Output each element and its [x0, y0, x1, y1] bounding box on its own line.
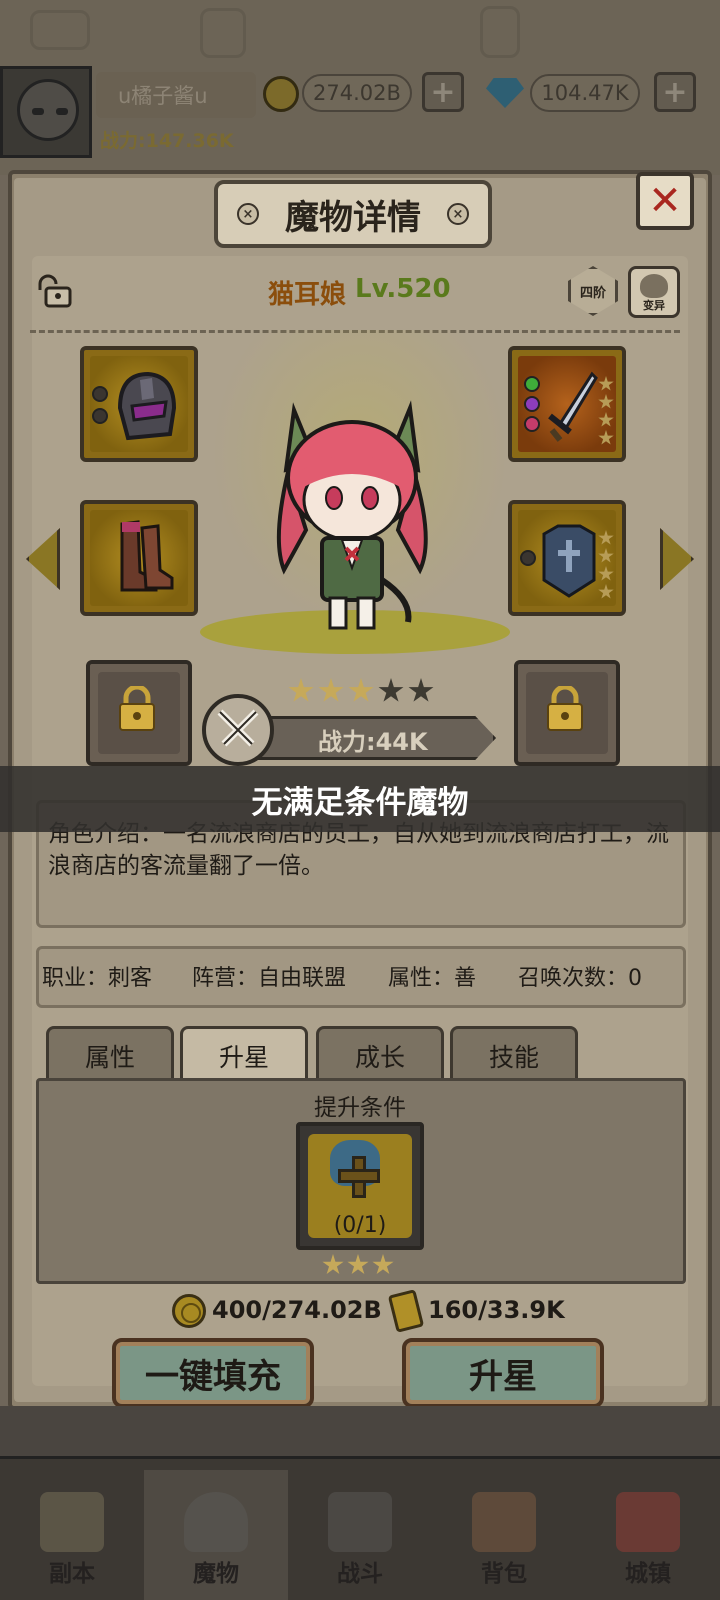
scroll-cost: 160/33.9K — [428, 1296, 565, 1324]
info-summon-count: 召唤次数：0 — [518, 966, 642, 991]
monster-level: Lv.520 — [355, 274, 451, 304]
gold-coin-icon — [172, 1294, 206, 1328]
nav-top-strip — [0, 1406, 720, 1456]
gold-cost: 400/274.02B — [212, 1296, 382, 1324]
tab-growth[interactable]: 成长 — [316, 1026, 444, 1082]
add-gem-button[interactable]: + — [654, 72, 696, 112]
star-icon — [372, 1254, 394, 1275]
gold-coin-icon — [263, 76, 299, 112]
star-icon — [318, 678, 344, 702]
info-job: 职业：刺客 — [42, 966, 153, 991]
nav-label: 副本 — [49, 1561, 95, 1587]
mutate-label: 变异 — [643, 299, 665, 312]
crossed-swords-icon — [202, 694, 274, 766]
nav-dungeon[interactable]: 副本 — [0, 1470, 144, 1600]
nav-battle[interactable]: 战斗 — [288, 1470, 432, 1600]
monster-name: 猫耳娘 — [268, 280, 347, 310]
locked-slot-right[interactable] — [514, 660, 620, 766]
title-deco-icon: × — [447, 203, 469, 225]
close-button[interactable]: ✕ — [636, 172, 694, 230]
unlock-icon[interactable] — [34, 274, 74, 310]
map-icon — [40, 1492, 104, 1552]
info-attribute: 属性：善 — [388, 966, 477, 991]
mutate-button[interactable]: 变异 — [628, 266, 680, 318]
sword-icon — [548, 371, 598, 442]
auto-fill-button[interactable]: 一键填充 — [112, 1338, 314, 1408]
panel-title: 魔物详情 — [285, 197, 421, 238]
tab-attributes[interactable]: 属性 — [46, 1026, 174, 1082]
star-empty-icon — [378, 678, 404, 702]
star-icon — [347, 1254, 369, 1275]
toast-message: 无满足条件魔物 — [0, 766, 720, 832]
armor-icon — [542, 524, 596, 598]
helmet-icon — [184, 1492, 248, 1552]
padlock-icon — [119, 686, 155, 731]
boots-icon — [120, 520, 174, 592]
cat-girl-character — [276, 400, 428, 630]
locked-slot-left[interactable] — [86, 660, 192, 766]
star-empty-icon — [408, 678, 434, 702]
nav-label: 魔物 — [193, 1561, 239, 1587]
nav-backpack[interactable]: 背包 — [432, 1470, 576, 1600]
tab-skills[interactable]: 技能 — [450, 1026, 578, 1082]
nav-monsters[interactable]: 魔物 — [144, 1470, 288, 1600]
tab-star-up[interactable]: 升星 — [180, 1026, 308, 1082]
player-name: u橘子酱u — [118, 84, 208, 108]
shop-icon — [616, 1492, 680, 1552]
player-power: 战力:147.36K — [100, 130, 234, 152]
panel-title-banner: × 魔物详情 × — [214, 180, 492, 248]
star-icon — [288, 678, 314, 702]
crossed-swords-icon — [328, 1492, 392, 1552]
player-avatar[interactable] — [0, 66, 92, 158]
avatar-face-icon — [17, 79, 79, 141]
gem-amount: 104.47K — [530, 74, 640, 112]
nav-town[interactable]: 城镇 — [576, 1470, 720, 1600]
required-star-rating — [322, 1254, 394, 1276]
helmet-icon — [117, 371, 177, 441]
equip-slot-weapon[interactable] — [508, 346, 626, 462]
monster-power: 战力:44K — [318, 728, 428, 756]
required-count: (0/1) — [333, 1213, 387, 1238]
skull-icon — [640, 274, 668, 298]
add-gold-button[interactable]: + — [422, 72, 464, 112]
upgrade-condition-title: 提升条件 — [314, 1095, 406, 1121]
equip-slot-helmet[interactable] — [80, 346, 198, 462]
star-up-button[interactable]: 升星 — [402, 1338, 604, 1408]
nav-label: 背包 — [481, 1561, 527, 1587]
required-monster-slot[interactable]: (0/1) — [296, 1122, 424, 1250]
equip-slot-boots[interactable] — [80, 500, 198, 616]
gold-amount: 274.02B — [302, 74, 412, 112]
monster-star-rating — [288, 678, 434, 704]
star-icon — [322, 1254, 344, 1275]
padlock-icon — [547, 686, 583, 731]
equip-slot-armor[interactable] — [508, 500, 626, 616]
star-icon — [348, 678, 374, 702]
info-camp: 阵营：自由联盟 — [192, 966, 347, 991]
nav-label: 城镇 — [625, 1561, 671, 1587]
backpack-icon — [472, 1492, 536, 1552]
nav-label: 战斗 — [337, 1561, 383, 1587]
title-deco-icon: × — [237, 203, 259, 225]
